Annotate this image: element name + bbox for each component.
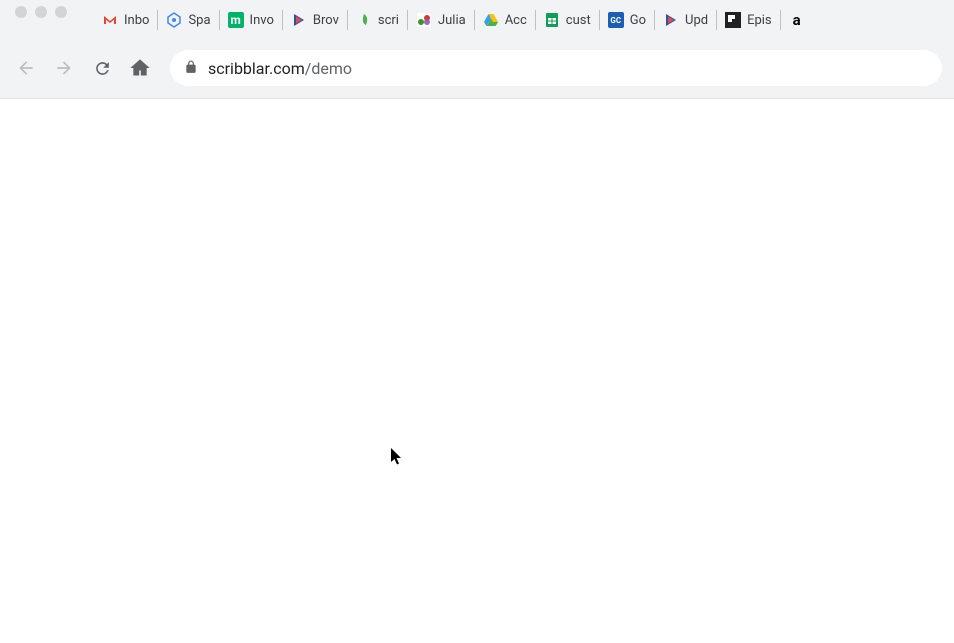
blue-hex-icon	[166, 12, 182, 28]
drive-icon	[483, 12, 499, 28]
gc-icon: GC	[608, 12, 624, 28]
url-text: scribblar.com/demo	[208, 59, 352, 78]
bookmark-label: Spa	[188, 13, 210, 28]
close-window-button[interactable]	[15, 6, 27, 18]
bookmark-separator	[654, 10, 655, 30]
bookmark-item[interactable]: Acc	[476, 8, 534, 32]
sheets-icon	[544, 12, 560, 28]
url-path: /demo	[305, 59, 352, 78]
browser-chrome: Inbo Spa m Invo Brov scri Julia Acc cust GC Go Upd E…	[0, 0, 954, 99]
julia-icon	[416, 12, 432, 28]
bookmark-item[interactable]: GC Go	[601, 8, 653, 32]
bookmark-label: Go	[630, 13, 646, 28]
bookmark-item[interactable]: Upd	[656, 8, 715, 32]
bookmark-separator	[157, 10, 158, 30]
bookmark-separator	[407, 10, 408, 30]
bookmark-separator	[599, 10, 600, 30]
bookmark-separator	[535, 10, 536, 30]
bookmark-item[interactable]: cust	[537, 8, 598, 32]
bookmark-label: Julia	[438, 13, 466, 28]
bookmark-item[interactable]: scri	[349, 8, 406, 32]
lock-icon	[184, 59, 198, 78]
address-bar[interactable]: scribblar.com/demo	[170, 50, 942, 86]
page-content	[0, 99, 954, 643]
triangle-icon	[663, 12, 679, 28]
bookmark-label: scri	[378, 13, 399, 28]
bookmark-item[interactable]: Brov	[284, 8, 346, 32]
bookmarks-bar: Inbo Spa m Invo Brov scri Julia Acc cust GC Go Upd E…	[0, 4, 954, 42]
forward-button[interactable]	[50, 54, 78, 82]
bookmark-label: Acc	[505, 13, 527, 28]
bookmark-item[interactable]: Julia	[409, 8, 473, 32]
gmail-icon	[102, 12, 118, 28]
mouse-cursor-icon	[390, 448, 404, 466]
bookmark-separator	[282, 10, 283, 30]
toolbar: scribblar.com/demo	[0, 42, 954, 98]
bookmark-separator	[474, 10, 475, 30]
bookmark-label: Inbo	[124, 13, 149, 28]
leaf-icon	[356, 12, 372, 28]
bookmark-label: cust	[566, 13, 591, 28]
bookmark-item[interactable]: Inbo	[95, 8, 156, 32]
bookmark-separator	[780, 10, 781, 30]
bookmark-label: Epis	[747, 13, 772, 28]
back-button[interactable]	[12, 54, 40, 82]
reload-button[interactable]	[88, 54, 116, 82]
minimize-window-button[interactable]	[35, 6, 47, 18]
bookmark-label: Upd	[685, 13, 708, 28]
bookmark-item[interactable]: Epis	[718, 8, 779, 32]
bookmark-separator	[219, 10, 220, 30]
amazon-icon: a	[789, 12, 805, 28]
m-green-icon: m	[228, 12, 244, 28]
bookmark-label: Brov	[313, 13, 339, 28]
triangle-icon	[291, 12, 307, 28]
bookmark-label: Invo	[250, 13, 274, 28]
flip-icon	[725, 12, 741, 28]
bookmark-separator	[716, 10, 717, 30]
home-button[interactable]	[126, 54, 154, 82]
bookmark-separator	[347, 10, 348, 30]
bookmark-item[interactable]: Spa	[159, 8, 217, 32]
maximize-window-button[interactable]	[55, 6, 67, 18]
bookmark-item[interactable]: m Invo	[221, 8, 281, 32]
bookmark-item[interactable]: a	[782, 8, 812, 32]
url-domain: scribblar.com	[208, 59, 305, 78]
